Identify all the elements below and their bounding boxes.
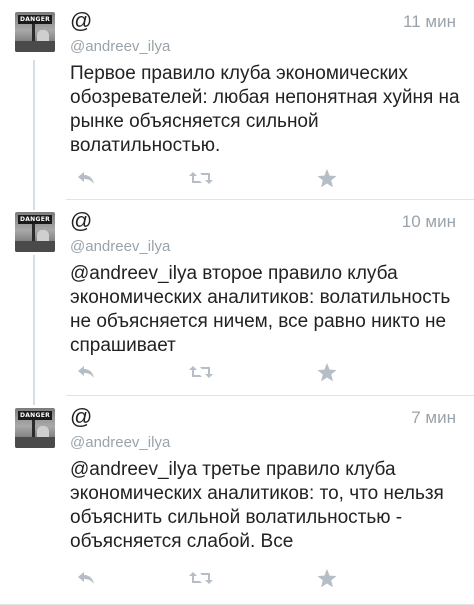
retweet-button[interactable] [188, 166, 214, 190]
tweet-actions [76, 360, 356, 384]
star-icon [317, 568, 337, 587]
reply-button[interactable] [76, 566, 96, 590]
avatar-sign: DANGER [18, 215, 52, 224]
avatar-sign: DANGER [18, 411, 52, 420]
retweet-button[interactable] [188, 566, 214, 590]
favorite-button[interactable] [316, 166, 338, 190]
retweet-button[interactable] [188, 360, 214, 384]
reply-button[interactable] [76, 166, 96, 190]
tweet-text: @andreev_ilya второе правило клуба эконо… [70, 263, 451, 356]
timestamp: 11 мин [403, 12, 456, 31]
tweet[interactable]: DANGER @ 11 мин @andreev_ilya Первое пра… [0, 0, 474, 200]
tweet-text: Первое правило клуба экономических обозр… [70, 63, 460, 156]
display-name[interactable]: @ [70, 404, 92, 430]
star-icon [317, 362, 337, 381]
retweet-icon [189, 572, 213, 584]
avatar[interactable]: DANGER [15, 212, 55, 252]
tweet-actions [76, 166, 356, 190]
reply-icon [78, 572, 94, 584]
favorite-button[interactable] [316, 360, 338, 384]
avatar-sign: DANGER [18, 15, 52, 24]
reply-button[interactable] [76, 360, 96, 384]
user-handle[interactable]: @andreev_ilya [70, 434, 170, 451]
tweet-actions [76, 566, 356, 590]
timestamp: 7 мин [411, 408, 456, 427]
tweet[interactable]: DANGER @ 10 мин @andreev_ilya @andreev_i… [0, 200, 474, 396]
retweet-icon [189, 172, 213, 184]
user-handle[interactable]: @andreev_ilya [70, 38, 170, 55]
display-name[interactable]: @ [70, 208, 92, 234]
tweet[interactable]: DANGER @ 7 мин @andreev_ilya @andreev_il… [0, 396, 474, 605]
star-icon [317, 168, 337, 187]
reply-icon [78, 172, 94, 184]
favorite-button[interactable] [316, 566, 338, 590]
user-handle[interactable]: @andreev_ilya [70, 238, 170, 255]
tweet-text: @andreev_ilya третье правило клуба эконо… [70, 459, 444, 552]
reply-icon [78, 366, 94, 378]
avatar[interactable]: DANGER [15, 408, 55, 448]
display-name[interactable]: @ [70, 8, 92, 34]
retweet-icon [189, 366, 213, 378]
avatar[interactable]: DANGER [15, 12, 55, 52]
timestamp: 10 мин [401, 212, 456, 231]
